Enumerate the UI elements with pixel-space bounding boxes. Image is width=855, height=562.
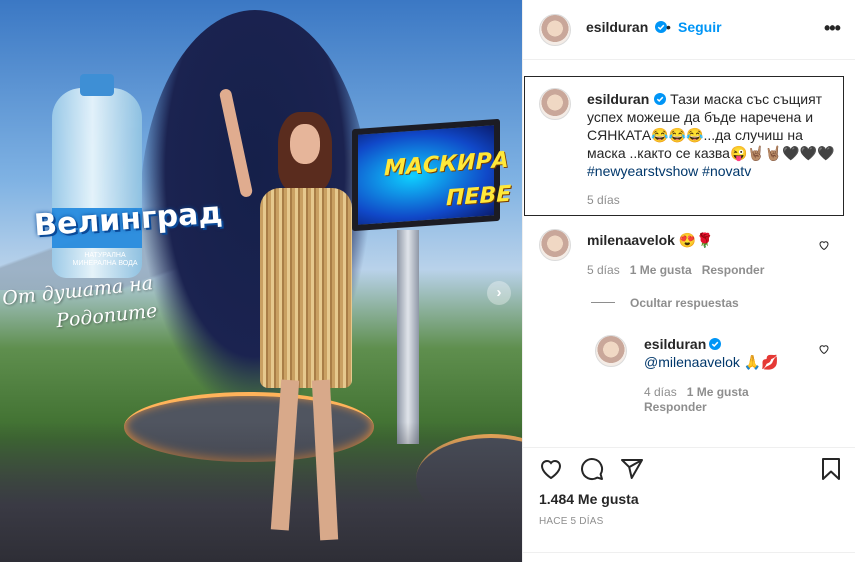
more-options-icon[interactable]: ••• — [824, 18, 841, 39]
caption: esilduran Тази маска със същият успех мо… — [587, 90, 839, 180]
likes-count[interactable]: 1.484 Me gusta — [539, 491, 639, 507]
avatar[interactable] — [539, 14, 571, 46]
reply-text: 🙏💋 — [743, 354, 779, 370]
comment-time: 5 días — [587, 263, 620, 277]
reply-avatar[interactable] — [595, 335, 627, 367]
reply-mention[interactable]: @milenaavelok — [644, 354, 740, 370]
header-username[interactable]: esilduran — [586, 19, 648, 35]
reply-username[interactable]: esilduran — [644, 336, 706, 352]
comment-avatar[interactable] — [539, 229, 571, 261]
post-date: HACE 5 DÍAS — [539, 516, 604, 527]
comment-likes[interactable]: 1 Me gusta — [630, 263, 692, 277]
header-user: esilduran — [586, 19, 668, 35]
leg-left — [270, 379, 300, 531]
hide-replies-line — [591, 302, 615, 303]
leg-right — [311, 379, 339, 541]
comment: milenaavelok 😍🌹 — [587, 231, 714, 249]
screen-text-line-2: ПЕВЕ — [446, 181, 512, 212]
comment-like-heart-icon[interactable] — [818, 239, 830, 251]
comment-text: 😍🌹 — [678, 232, 714, 248]
caption-time: 5 días — [587, 193, 620, 207]
reply-meta: 4 días 1 Me gusta Responder — [644, 385, 814, 415]
caption-avatar[interactable] — [539, 88, 571, 120]
save-bookmark-icon[interactable] — [819, 457, 843, 481]
verified-badge-icon — [654, 93, 667, 105]
screen-stand — [397, 230, 419, 444]
verified-badge-icon — [709, 338, 722, 350]
brand-subtitle: НАТУРАЛНА МИНЕРАЛНА ВОДА — [72, 252, 138, 267]
hide-replies-button[interactable]: Ocultar respuestas — [630, 296, 739, 310]
share-send-icon[interactable] — [620, 457, 644, 481]
comment-reply-button[interactable]: Responder — [702, 263, 765, 277]
caption-username[interactable]: esilduran — [587, 91, 649, 107]
post-details-panel: esilduran • Seguir ••• esilduran Тази ма… — [522, 0, 855, 562]
caption-hashtags[interactable]: #newyearstvshow #novatv — [587, 163, 751, 179]
reply-likes[interactable]: 1 Me gusta — [687, 385, 749, 399]
like-heart-icon[interactable] — [539, 457, 563, 481]
gold-fringe-dress — [260, 188, 352, 388]
follow-button[interactable]: Seguir — [678, 19, 722, 35]
chevron-right-icon: › — [496, 284, 502, 301]
face — [290, 124, 320, 164]
post-photo[interactable]: Велинград НАТУРАЛНА МИНЕРАЛНА ВОДА От ду… — [0, 0, 522, 562]
reply: esilduran @milenaavelok 🙏💋 — [644, 335, 814, 371]
comment-meta: 5 días 1 Me gusta Responder — [587, 263, 764, 277]
comment-bubble-icon[interactable] — [580, 457, 604, 481]
water-bottle-graphic — [52, 74, 142, 278]
comment-username[interactable]: milenaavelok — [587, 232, 675, 248]
next-photo-button[interactable]: › — [487, 281, 511, 305]
reply-time: 4 días — [644, 385, 677, 399]
header-dot-separator: • — [666, 19, 671, 35]
add-comment-divider — [523, 552, 855, 553]
reply-reply-button[interactable]: Responder — [644, 400, 707, 414]
post-actions: 1.484 Me gusta HACE 5 DÍAS — [523, 447, 855, 562]
performer-figure — [218, 87, 360, 555]
bottle-cap — [80, 74, 114, 96]
post-header: esilduran • Seguir ••• — [523, 0, 855, 60]
reply-like-heart-icon[interactable] — [818, 343, 830, 355]
